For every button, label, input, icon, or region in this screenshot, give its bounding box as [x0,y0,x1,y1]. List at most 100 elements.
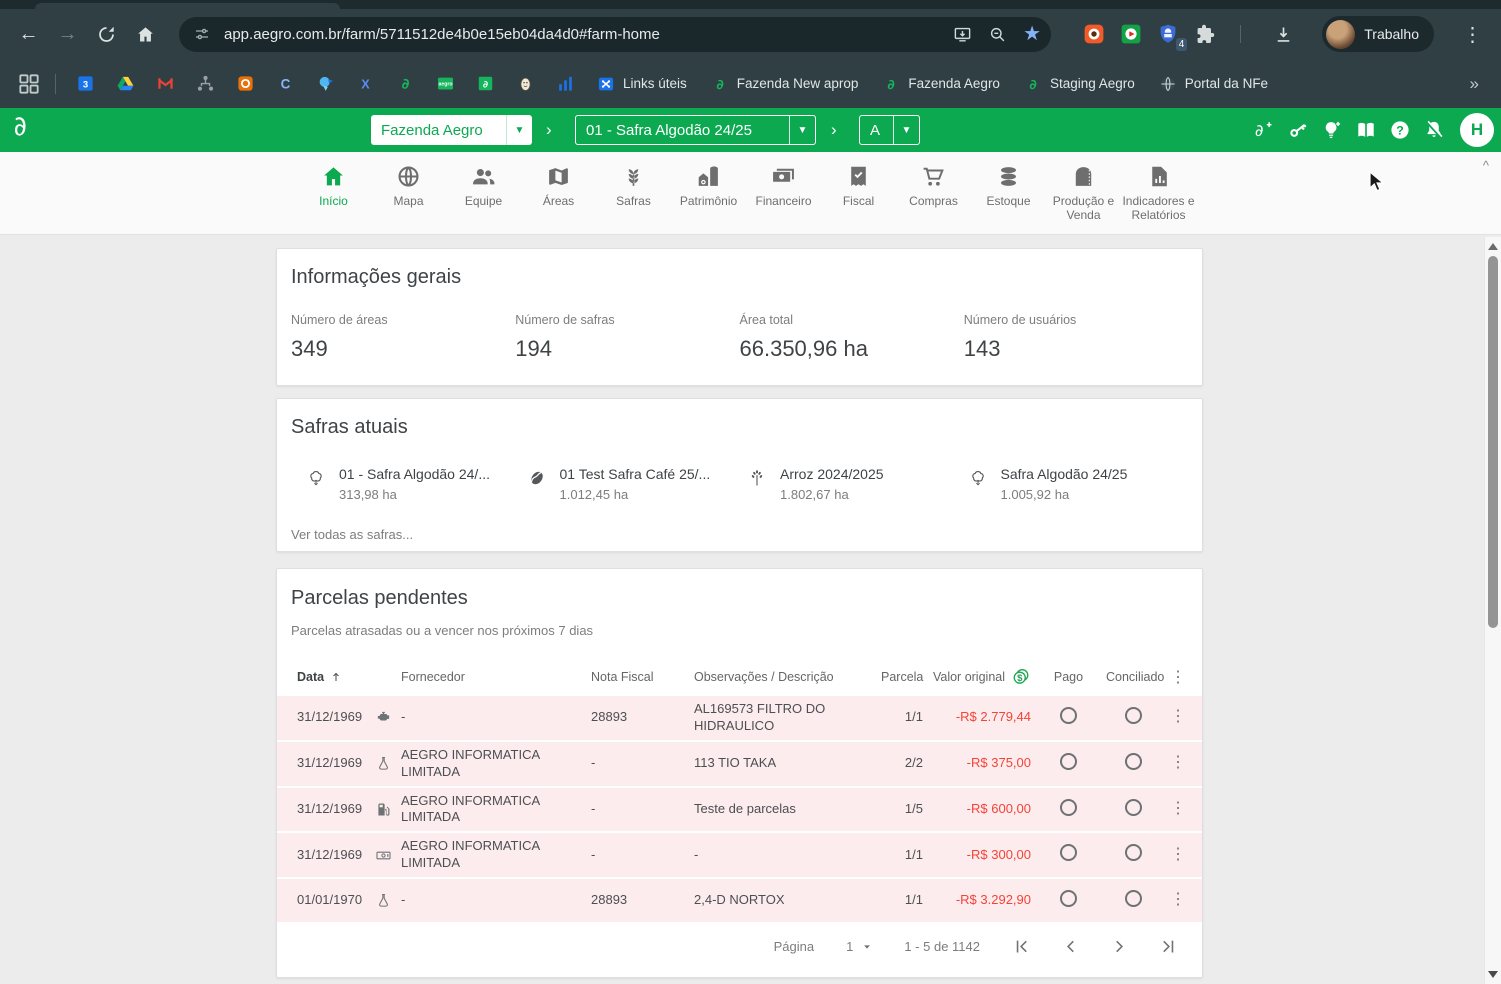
home-button[interactable] [128,17,163,52]
back-button[interactable]: ← [11,17,46,52]
bookmark-staging-aegro[interactable]: ∂Staging Aegro [1012,68,1147,100]
nav-patrimo-nio[interactable]: Patrimônio [671,164,746,223]
view-all-safras-link[interactable]: Ver todas as safras... [291,527,1188,542]
downloads-button[interactable] [1266,17,1301,52]
extensions-menu-button[interactable] [1193,22,1217,46]
conciliado-radio[interactable] [1125,707,1142,724]
mouse-cursor [1366,170,1387,193]
extension-camera[interactable] [1082,22,1106,46]
area-selector[interactable]: A ▼ [859,115,920,145]
browser-menu-button[interactable]: ⋮ [1455,17,1490,52]
url-text[interactable]: app.aegro.com.br/farm/5711512de4b0e15eb0… [224,26,945,43]
row-menu-button[interactable]: ⋮ [1161,707,1195,728]
column-data[interactable]: Data [297,670,375,684]
nav-ini-cio[interactable]: Início [296,164,371,223]
safra-item[interactable]: 01 - Safra Algodão 24/...313,98 ha [306,466,527,502]
table-row[interactable]: 31/12/1969 AEGRO INFORMATICA LIMITADA - … [277,788,1202,834]
bookmark-favicon-orange-app[interactable] [225,68,265,100]
nav-fiscal[interactable]: Fiscal [821,164,896,223]
nav-indicadores-e-relato-rios[interactable]: Indicadores e Relatórios [1121,164,1196,223]
farm-selector[interactable]: Fazenda Aegro ▼ [371,115,532,145]
bookmark-favicon-aegro-text[interactable]: ∂ [385,68,425,100]
reload-button[interactable] [89,17,124,52]
bookmark-fazenda-aegro[interactable]: ∂Fazenda Aegro [870,68,1012,100]
table-row[interactable]: 31/12/1969 AEGRO INFORMATICA LIMITADA - … [277,742,1202,788]
nav-a-reas[interactable]: Áreas [521,164,596,223]
bookmark-favicon-gdrive[interactable] [105,68,145,100]
column-fornecedor[interactable]: Fornecedor [401,670,591,684]
table-row[interactable]: 31/12/1969 - 28893 AL169573 FILTRO DO HI… [277,696,1202,742]
bookmarks-overflow-button[interactable]: » [1460,74,1489,94]
bookmark-star-icon[interactable]: ★ [1023,24,1041,44]
svg-text:C: C [280,76,290,91]
orange-app-icon [236,74,255,93]
bookmark-favicon-chart-blue[interactable] [545,68,585,100]
safra-item[interactable]: 01 Test Safra Café 25/...1.012,45 ha [527,466,748,502]
conciliado-radio[interactable] [1125,799,1142,816]
scrollbar-thumb[interactable] [1488,256,1498,628]
bookmark-portal-da-nfe[interactable]: Portal da NFe [1147,68,1280,100]
forward-button[interactable]: → [50,17,85,52]
nav-financeiro[interactable]: Financeiro [746,164,821,223]
column-parcela[interactable]: Parcela [881,670,923,684]
caret-down-icon[interactable]: ▼ [506,115,532,145]
extension-player[interactable] [1119,22,1143,46]
bookmark-favicon-x-blue[interactable]: X [345,68,385,100]
bookmark-favicon-egg[interactable] [505,68,545,100]
barn-icon [696,164,721,189]
column-conciliado[interactable]: Conciliado [1106,670,1161,684]
address-bar[interactable]: app.aegro.com.br/farm/5711512de4b0e15eb0… [179,17,1051,52]
scroll-up-arrow[interactable] [1488,243,1498,250]
bookmark-links-u-teis[interactable]: Links úteis [585,68,699,100]
bookmark-favicon-aegro-badge[interactable]: aegro [425,68,465,100]
download-icon [1273,24,1294,45]
nav-safras[interactable]: Safras [596,164,671,223]
collapse-nav-button[interactable]: ^ [1483,158,1489,173]
browser-active-tab[interactable] [35,3,340,9]
nav-mapa[interactable]: Mapa [371,164,446,223]
table-row[interactable]: 01/01/1970 - 28893 2,4-D NORTOX 1/1 -R$ … [277,879,1202,924]
row-menu-button[interactable]: ⋮ [1161,799,1195,820]
column-valor-original[interactable]: Valor original$ [923,667,1031,687]
safra-item[interactable]: Safra Algodão 24/251.005,92 ha [968,466,1189,502]
safra-item[interactable]: Arroz 2024/20251.802,67 ha [747,466,968,502]
nav-produc-a-o-e-venda[interactable]: Produção e Venda [1046,164,1121,223]
pago-radio[interactable] [1060,890,1077,907]
user-avatar[interactable]: H [1460,113,1494,147]
table-row[interactable]: 31/12/1969 AEGRO INFORMATICA LIMITADA - … [277,833,1202,879]
pago-radio[interactable] [1060,844,1077,861]
nav-compras[interactable]: Compras [896,164,971,223]
bookmark-favicon-aegro-square[interactable]: ∂ [465,68,505,100]
bookmark-favicon-tree-gray[interactable] [185,68,225,100]
column-pago[interactable]: Pago [1031,670,1106,684]
conciliado-radio[interactable] [1125,890,1142,907]
pago-radio[interactable] [1060,753,1077,770]
nav-equipe[interactable]: Equipe [446,164,521,223]
pago-radio[interactable] [1060,707,1077,724]
column-observacoes[interactable]: Observações / Descrição [694,670,881,684]
page-scrollbar[interactable] [1484,237,1501,984]
extension-shield[interactable]: 4 [1156,22,1180,46]
bookmark-favicon-c-blue[interactable]: C [265,68,305,100]
conciliado-radio[interactable] [1125,753,1142,770]
table-menu-button[interactable]: ⋮ [1161,667,1195,687]
conciliado-radio[interactable] [1125,844,1142,861]
page-selector[interactable]: 1 [846,939,872,954]
bookmark-favicon-gmail[interactable] [145,68,185,100]
profile-button[interactable]: Trabalho [1322,16,1434,52]
bookmark-favicon-parrot[interactable] [305,68,345,100]
row-menu-button[interactable]: ⋮ [1161,845,1195,866]
pago-radio[interactable] [1060,799,1077,816]
row-menu-button[interactable]: ⋮ [1161,753,1195,774]
safra-selector[interactable]: 01 - Safra Algodão 24/25 ▼ [575,115,816,145]
row-menu-button[interactable]: ⋮ [1161,890,1195,911]
column-nota-fiscal[interactable]: Nota Fiscal [591,670,694,684]
caret-down-icon[interactable]: ▼ [893,116,919,144]
aegro-logo[interactable]: ∂ [10,110,29,143]
key-icon [1287,119,1309,141]
nav-estoque[interactable]: Estoque [971,164,1046,223]
caret-down-icon[interactable]: ▼ [789,116,815,144]
scroll-down-arrow[interactable] [1488,971,1498,978]
bookmark-fazenda-new-aprop[interactable]: ∂Fazenda New aprop [699,68,871,100]
bookmark-favicon-gcal[interactable]: 3 [65,68,105,100]
